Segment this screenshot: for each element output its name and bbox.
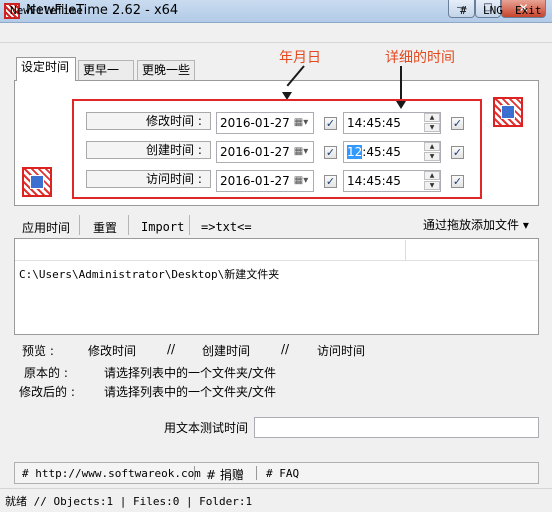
menu-exit[interactable]: Exit: [515, 4, 542, 17]
calendar-icon[interactable]: ▦▾: [289, 113, 313, 133]
modified-label: 修改后的 :: [19, 385, 75, 399]
create-date-checkbox[interactable]: ✓: [324, 146, 337, 159]
menu-newfiletime[interactable]: NewFileTime: [10, 4, 83, 17]
tab-later[interactable]: 更晚一些: [137, 60, 195, 80]
faq-link[interactable]: # FAQ: [266, 467, 299, 480]
toolbar-separator: [189, 215, 190, 235]
access-time-checkbox[interactable]: ✓: [451, 175, 464, 188]
spin-up-icon[interactable]: ▲: [424, 171, 440, 180]
spin-down-icon[interactable]: ▼: [424, 152, 440, 161]
modify-date-checkbox[interactable]: ✓: [324, 117, 337, 130]
preview-sep: //: [167, 342, 176, 356]
drag-add-button[interactable]: 通过拖放添加文件 ▾: [423, 216, 529, 233]
create-time-label: 创建时间 :: [86, 141, 211, 159]
annotation-time: 详细的时间: [385, 50, 455, 66]
status-text: 就绪 // Objects:1 | Files:0 | Folder:1: [5, 495, 253, 508]
spin-up-icon[interactable]: ▲: [424, 113, 440, 122]
preview-modify-header: 修改时间: [88, 344, 137, 358]
annotation-date: 年月日: [279, 50, 321, 66]
column-separator[interactable]: [405, 240, 406, 260]
calendar-icon[interactable]: ▦▾: [289, 171, 313, 191]
original-label: 原本的 :: [24, 366, 68, 380]
preview-label: 预览 :: [22, 344, 54, 358]
export-txt-button[interactable]: =>txt<=: [201, 220, 252, 234]
spin-down-icon[interactable]: ▼: [424, 181, 440, 190]
preview-access-header: 访问时间: [317, 344, 366, 358]
tab-set-time[interactable]: 设定时间: [16, 57, 76, 81]
text-test-input[interactable]: [254, 417, 539, 438]
menu-bar: [0, 23, 552, 43]
menu-hash[interactable]: #: [460, 4, 467, 17]
app-logo-icon[interactable]: [493, 97, 523, 127]
spin-down-icon[interactable]: ▼: [424, 123, 440, 132]
tab-earlier[interactable]: 更早一些: [78, 60, 134, 95]
modify-time-checkbox[interactable]: ✓: [451, 117, 464, 130]
text-test-label: 用文本测试时间: [164, 421, 249, 435]
reset-button[interactable]: 重置: [93, 219, 117, 236]
toolbar-separator: [79, 215, 80, 235]
modified-value: 请选择列表中的一个文件夹/文件: [104, 385, 277, 399]
original-value: 请选择列表中的一个文件夹/文件: [104, 366, 277, 380]
modify-time-label: 修改时间 :: [86, 112, 211, 130]
app-logo-icon-left[interactable]: [22, 167, 52, 197]
spin-up-icon[interactable]: ▲: [424, 142, 440, 151]
access-date-checkbox[interactable]: ✓: [324, 175, 337, 188]
access-time-label: 访问时间 :: [86, 170, 211, 188]
website-link[interactable]: # http://www.softwareok.com: [22, 467, 201, 480]
preview-sep: //: [281, 342, 290, 356]
donate-link[interactable]: # 捐赠: [206, 466, 244, 483]
apply-time-button[interactable]: 应用时间: [22, 219, 70, 236]
file-list-header: [15, 239, 538, 261]
create-time-checkbox[interactable]: ✓: [451, 146, 464, 159]
link-separator: [194, 466, 195, 480]
toolbar-separator: [128, 215, 129, 235]
menu-lng[interactable]: LNG: [483, 4, 503, 17]
calendar-icon[interactable]: ▦▾: [289, 142, 313, 162]
import-button[interactable]: Import: [141, 220, 184, 234]
link-separator: [256, 466, 257, 480]
preview-create-header: 创建时间: [202, 344, 251, 358]
chevron-down-icon: ▾: [522, 218, 529, 232]
list-item[interactable]: C:\Users\Administrator\Desktop\新建文件夹: [19, 266, 279, 282]
time-hour-selected: 12: [347, 145, 363, 159]
arrow-time: [400, 66, 402, 102]
